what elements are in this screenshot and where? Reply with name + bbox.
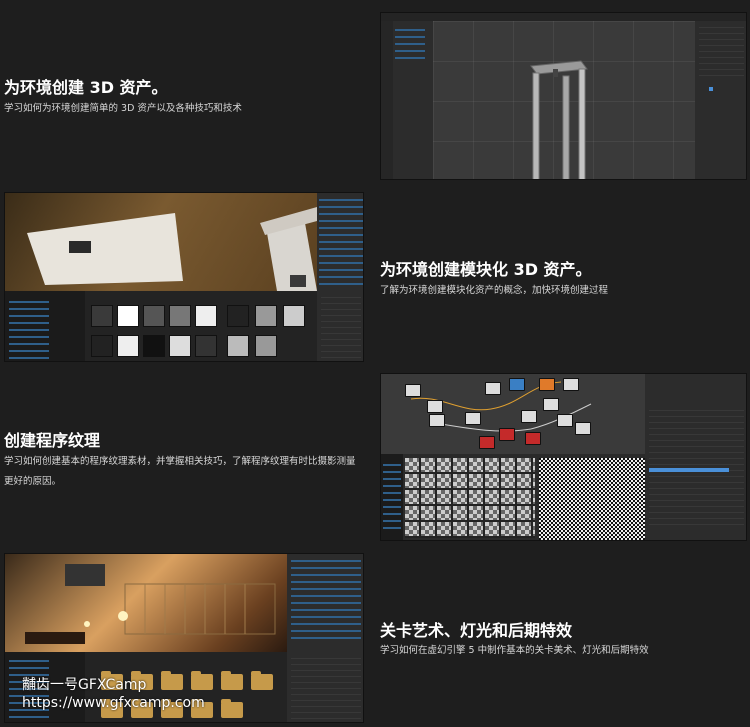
level-scene-preview [25, 564, 276, 644]
section-3-title: 创建程序纹理 [4, 431, 101, 450]
watermark: 黼齿一号GFXCamp https://www.gfxcamp.com [22, 676, 205, 712]
section-4-description: 学习如何在虚幻引擎 5 中制作基本的关卡美术、灯光和后期特效 [380, 645, 649, 656]
watermark-url: https://www.gfxcamp.com [22, 695, 205, 711]
noise-texture-preview [539, 458, 645, 540]
section-1-description: 学习如何为环境创建简单的 3D 资产以及各种技巧和技术 [4, 103, 242, 114]
frame-model [530, 60, 588, 179]
screenshot-procedural-texture [380, 373, 747, 541]
section-4-title: 关卡艺术、灯光和后期特效 [380, 621, 573, 640]
section-3-description: 学习如何创建基本的程序纹理素材，并掌握相关技巧，了解程序纹理有时比摄影测量更好的… [4, 456, 356, 487]
watermark-name: 黼齿一号GFXCamp [22, 677, 147, 693]
screenshot-modular-assets [4, 192, 364, 362]
screenshot-3d-asset-modeling [380, 12, 747, 180]
section-2-title: 为环境创建模块化 3D 资产。 [380, 260, 592, 279]
section-1-title: 为环境创建 3D 资产。 [4, 78, 168, 97]
section-2-description: 了解为环境创建模块化资产的概念，加快环境创建过程 [380, 285, 609, 296]
modular-wall-preview [27, 207, 317, 291]
